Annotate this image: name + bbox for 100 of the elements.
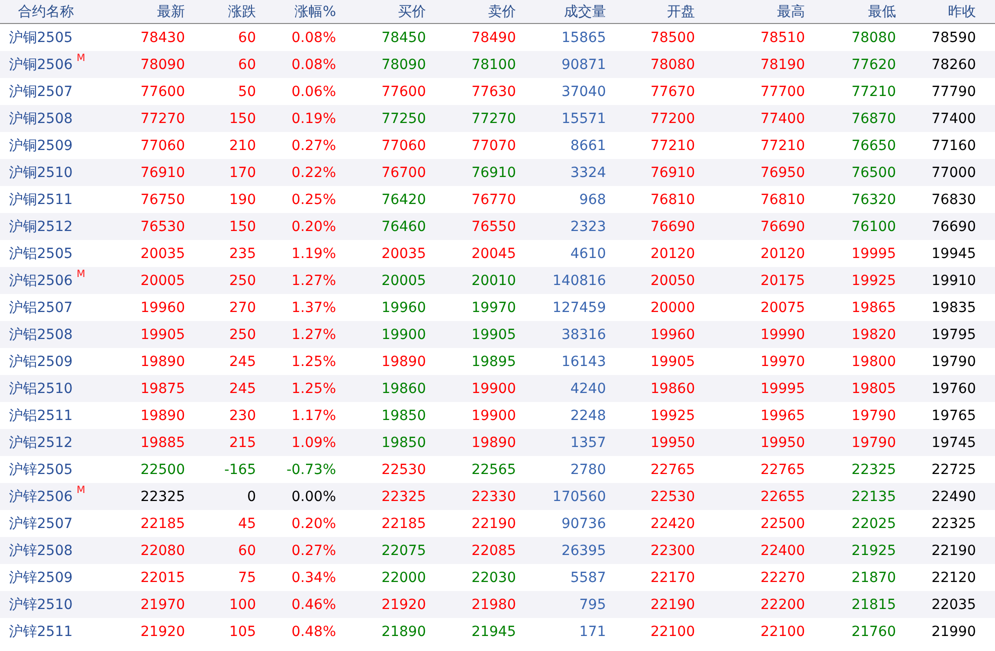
price-cell: 170 — [229, 164, 256, 180]
price-cell: 21980 — [471, 596, 516, 612]
price-cell: 19800 — [851, 354, 896, 370]
price-cell: 19890 — [471, 434, 516, 450]
price-cell: 0.34% — [292, 570, 336, 586]
price-cell: 1.25% — [292, 354, 336, 370]
column-header[interactable]: 成交量 — [516, 2, 606, 20]
price-cell: 21870 — [851, 570, 896, 586]
contract-name: 沪铝2510 — [9, 380, 73, 398]
price-cell: 76550 — [471, 218, 516, 234]
contract-name: 沪铜2505 — [9, 28, 73, 46]
price-cell: 0.25% — [292, 192, 336, 208]
price-cell: 22530 — [650, 488, 695, 504]
price-cell: 22500 — [760, 516, 805, 532]
price-cell: 21920 — [140, 624, 185, 640]
price-cell: 19995 — [851, 246, 896, 262]
contract-name: 沪锌2505 — [9, 460, 73, 478]
price-cell: 105 — [229, 624, 256, 640]
volume-cell: 26395 — [561, 542, 606, 558]
column-header[interactable]: 昨收 — [896, 2, 976, 20]
price-cell: 19900 — [471, 380, 516, 396]
price-cell: 0.46% — [292, 596, 336, 612]
column-header[interactable]: 合约名称 — [0, 2, 110, 20]
price-cell: 22500 — [140, 462, 185, 478]
previous-close-cell: 78590 — [931, 30, 976, 46]
price-cell: 20010 — [471, 272, 516, 288]
price-cell: 19950 — [760, 434, 805, 450]
contract-name: 沪锌2509 — [9, 568, 73, 586]
price-cell: 1.27% — [292, 272, 336, 288]
price-cell: 100 — [229, 596, 256, 612]
price-cell: 22185 — [140, 516, 185, 532]
column-header[interactable]: 最新 — [110, 2, 185, 20]
price-cell: 76100 — [851, 218, 896, 234]
volume-cell: 4610 — [570, 246, 606, 262]
price-cell: 20050 — [650, 272, 695, 288]
price-cell: 22085 — [471, 542, 516, 558]
price-cell: 19970 — [471, 300, 516, 316]
price-cell: 76420 — [381, 192, 426, 208]
previous-close-cell: 19790 — [931, 354, 976, 370]
price-cell: 0.27% — [292, 138, 336, 154]
price-cell: 76690 — [650, 218, 695, 234]
volume-cell: 2323 — [570, 218, 606, 234]
price-cell: 77210 — [851, 84, 896, 100]
price-cell: 19905 — [471, 326, 516, 342]
contract-name: 沪铜2511 — [9, 190, 73, 208]
price-cell: 78430 — [140, 30, 185, 46]
column-header[interactable]: 涨跌 — [185, 2, 256, 20]
price-cell: 19890 — [140, 408, 185, 424]
price-cell: 19890 — [140, 354, 185, 370]
contract-name: 沪锌2510 — [9, 596, 73, 614]
price-cell: 19890 — [381, 354, 426, 370]
contract-name: 沪锌2506 — [9, 488, 73, 506]
price-cell: 245 — [229, 380, 256, 396]
price-cell: 77270 — [471, 110, 516, 126]
volume-cell: 2780 — [570, 462, 606, 478]
volume-cell: 2248 — [570, 408, 606, 424]
price-cell: 22075 — [381, 542, 426, 558]
price-cell: 76950 — [760, 164, 805, 180]
price-cell: 22185 — [381, 516, 426, 532]
price-cell: 19875 — [140, 380, 185, 396]
price-cell: 235 — [229, 246, 256, 262]
previous-close-cell: 19760 — [931, 380, 976, 396]
price-cell: 19990 — [760, 326, 805, 342]
volume-cell: 127459 — [552, 300, 606, 316]
previous-close-cell: 21990 — [931, 624, 976, 640]
column-header[interactable]: 买价 — [336, 2, 426, 20]
previous-close-cell: 77790 — [931, 84, 976, 100]
volume-cell: 16143 — [561, 354, 606, 370]
price-cell: 76810 — [650, 192, 695, 208]
price-cell: 21925 — [851, 542, 896, 558]
column-header[interactable]: 开盘 — [606, 2, 695, 20]
price-cell: 19850 — [381, 408, 426, 424]
contract-name: 沪铜2506 — [9, 56, 73, 74]
price-cell: 19850 — [381, 434, 426, 450]
previous-close-cell: 77160 — [931, 138, 976, 154]
price-cell: 20175 — [760, 272, 805, 288]
price-cell: 19970 — [760, 354, 805, 370]
price-cell: 19885 — [140, 434, 185, 450]
previous-close-cell: 78260 — [931, 56, 976, 72]
column-header[interactable]: 卖价 — [426, 2, 516, 20]
price-cell: 22765 — [650, 462, 695, 478]
price-cell: 0.27% — [292, 542, 336, 558]
column-header[interactable]: 涨幅% — [256, 2, 336, 20]
price-cell: 20035 — [381, 246, 426, 262]
price-cell: 230 — [229, 408, 256, 424]
column-header[interactable]: 最低 — [805, 2, 896, 20]
price-cell: 245 — [229, 354, 256, 370]
column-header[interactable]: 最高 — [695, 2, 805, 20]
price-cell: 78450 — [381, 30, 426, 46]
previous-close-cell: 19795 — [931, 326, 976, 342]
previous-close-cell: 22490 — [931, 488, 976, 504]
contract-name: 沪铝2511 — [9, 406, 73, 424]
price-cell: 76690 — [760, 218, 805, 234]
price-cell: 19950 — [650, 434, 695, 450]
price-cell: 77630 — [471, 84, 516, 100]
price-cell: 22015 — [140, 570, 185, 586]
price-cell: 22030 — [471, 570, 516, 586]
price-cell: 19960 — [381, 300, 426, 316]
price-cell: 22330 — [471, 488, 516, 504]
price-cell: 19865 — [851, 300, 896, 316]
